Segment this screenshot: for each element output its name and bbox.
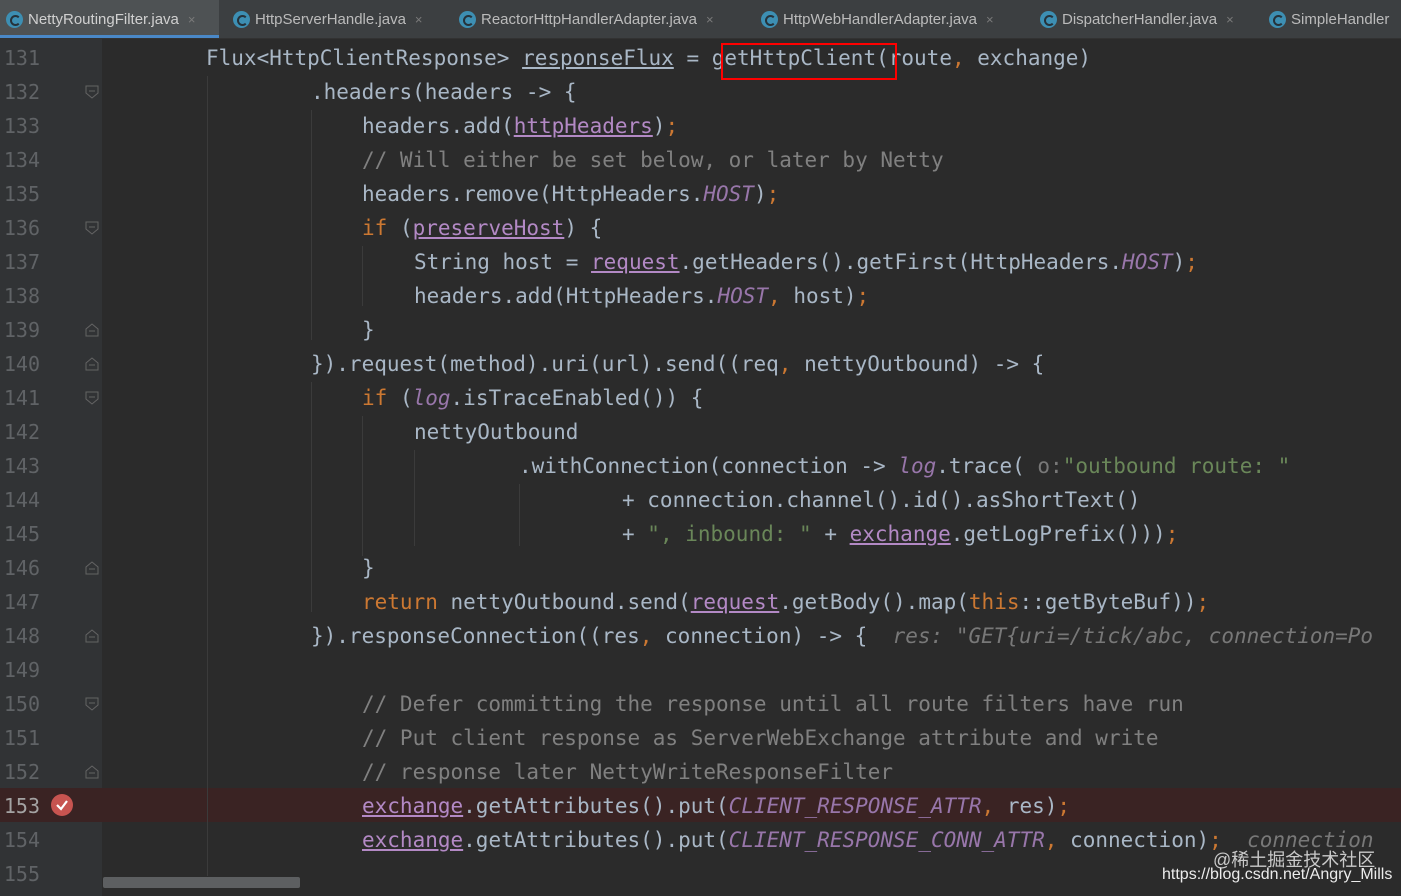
watermark-url: https://blog.csdn.net/Angry_Mills [1162,866,1393,883]
fold-marker-icon[interactable] [85,391,99,405]
line-number: 141 [3,386,40,410]
highlight-box [721,43,897,80]
tab-nettyroutingfilter[interactable]: NettyRoutingFilter.java × [0,0,219,38]
code-line-150[interactable]: // Defer committing the response until a… [362,687,1184,721]
line-number: 151 [3,726,40,750]
code-line-139[interactable]: } [362,313,375,347]
code-line-152[interactable]: // response later NettyWriteResponseFilt… [362,755,893,789]
line-number: 144 [3,488,40,512]
java-class-icon [459,10,476,28]
tab-dispatcherhandler[interactable]: DispatcherHandler.java × [1034,0,1256,38]
fold-marker-icon[interactable] [85,765,99,779]
java-class-icon [233,10,250,28]
code-line-148[interactable]: }).responseConnection((res, connection) … [311,619,1373,653]
fold-marker-icon[interactable] [85,85,99,99]
line-number: 139 [3,318,40,342]
fold-marker-icon[interactable] [85,357,99,371]
fold-marker-icon[interactable] [85,697,99,711]
line-number: 136 [3,216,40,240]
line-number: 133 [3,114,40,138]
indent-guide [311,110,312,340]
fold-marker-icon[interactable] [85,221,99,235]
code-line-133[interactable]: headers.add(httpHeaders); [362,109,678,143]
line-number: 148 [3,624,40,648]
code-line-146[interactable]: } [362,551,375,585]
code-line-138[interactable]: headers.add(HttpHeaders.HOST, host); [414,279,869,313]
line-number: 137 [3,250,40,274]
code-line-151[interactable]: // Put client response as ServerWebExcha… [362,721,1159,755]
java-class-icon [1269,10,1286,28]
indent-guide [519,484,520,546]
code-line-132[interactable]: .headers(headers -> { [311,75,577,109]
line-number: 154 [3,828,40,852]
tab-label: SimpleHandler [1291,10,1390,28]
line-number: 142 [3,420,40,444]
line-number: 146 [3,556,40,580]
code-line-144[interactable]: + connection.channel().id().asShortText(… [622,483,1140,517]
tab-label: NettyRoutingFilter.java [28,10,179,28]
java-class-icon [6,10,23,28]
line-number: 131 [3,46,40,70]
indent-guide [362,246,363,306]
code-line-147[interactable]: return nettyOutbound.send(request.getBod… [362,585,1209,619]
line-number: 145 [3,522,40,546]
line-number: 135 [3,182,40,206]
close-icon[interactable]: × [706,12,714,27]
fold-marker-icon[interactable] [85,561,99,575]
debug-inline-value: res: "GET{uri=/tick/abc, connection=Po [892,624,1374,648]
close-icon[interactable]: × [986,12,994,27]
tab-label: HttpServerHandle.java [255,10,406,28]
line-number: 132 [3,80,40,104]
close-icon[interactable]: × [1226,12,1234,27]
code-line-134[interactable]: // Will either be set below, or later by… [362,143,944,177]
close-icon[interactable]: × [188,12,196,27]
horizontal-scrollbar[interactable] [103,877,300,888]
tab-label: ReactorHttpHandlerAdapter.java [481,10,697,28]
code-line-153[interactable]: exchange.getAttributes().put(CLIENT_RESP… [362,789,1070,823]
line-number: 140 [3,352,40,376]
code-line-131[interactable]: Flux<HttpClientResponse> responseFlux = … [206,41,1091,75]
java-class-icon [761,10,778,28]
line-number: 147 [3,590,40,614]
tab-httpwebhandleradapter[interactable]: HttpWebHandlerAdapter.java × [755,0,1031,38]
code-line-143[interactable]: .withConnection(connection -> log.trace(… [519,449,1290,483]
code-line-142[interactable]: nettyOutbound [414,415,578,449]
tab-label: DispatcherHandler.java [1062,10,1218,28]
line-number: 149 [3,658,40,682]
indent-guide [362,416,363,556]
close-icon[interactable]: × [415,12,423,27]
tab-simplehandler[interactable]: SimpleHandler [1263,0,1401,38]
breakpoint-icon[interactable] [51,794,73,816]
tab-label: HttpWebHandlerAdapter.java [783,10,978,28]
line-number: 150 [3,692,40,716]
fold-marker-icon[interactable] [85,323,99,337]
code-line-145[interactable]: + ", inbound: " + exchange.getLogPrefix(… [622,517,1178,551]
tab-reactorhttphandleradapter[interactable]: ReactorHttpHandlerAdapter.java × [453,0,749,38]
code-line-141[interactable]: if (log.isTraceEnabled()) { [362,381,703,415]
line-number: 138 [3,284,40,308]
indent-guide [414,450,415,546]
line-number: 143 [3,454,40,478]
indent-guide [207,76,208,876]
code-line-137[interactable]: String host = request.getHeaders().getFi… [414,245,1198,279]
line-number: 152 [3,760,40,784]
parameter-hint: o: [1037,454,1063,478]
code-line-140[interactable]: }).request(method).uri(url).send((req, n… [311,347,1044,381]
indent-guide [311,382,312,612]
line-number: 155 [3,862,40,886]
code-line-136[interactable]: if (preserveHost) { [362,211,602,245]
fold-marker-icon[interactable] [85,629,99,643]
line-number: 134 [3,148,40,172]
java-class-icon [1040,10,1057,28]
editor-tab-bar: NettyRoutingFilter.java × HttpServerHand… [0,0,1401,39]
code-line-135[interactable]: headers.remove(HttpHeaders.HOST); [362,177,779,211]
tab-httpserverhandle[interactable]: HttpServerHandle.java × [227,0,449,38]
line-number: 153 [3,794,40,818]
